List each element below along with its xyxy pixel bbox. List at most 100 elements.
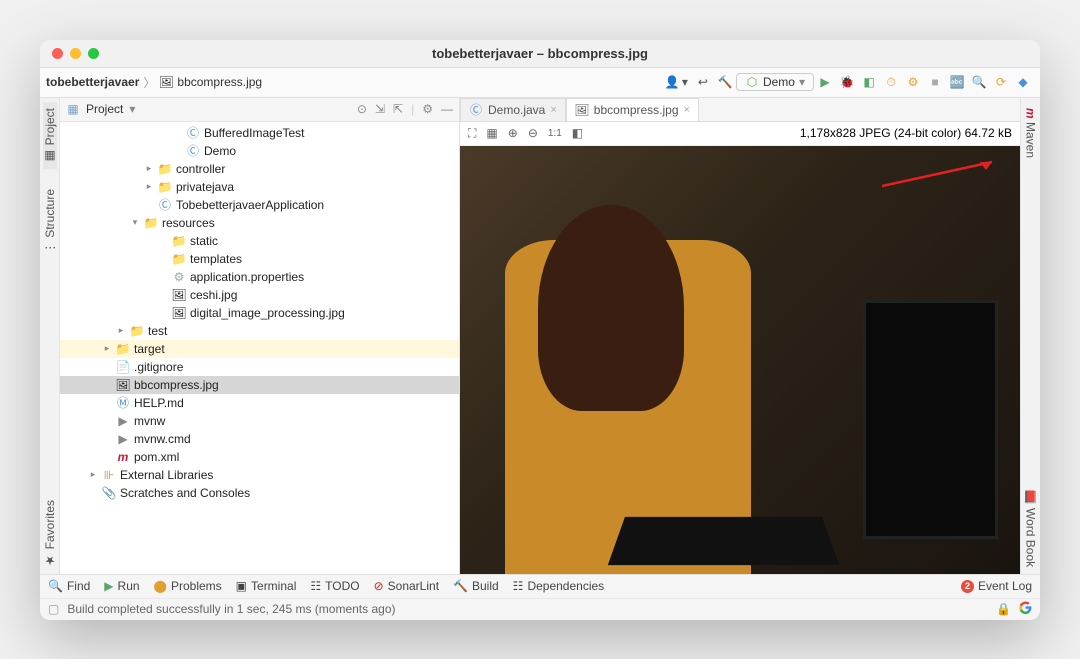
tree-arrow-icon[interactable]: ▸ [144,181,154,192]
settings-button[interactable]: ◆ [1012,73,1034,91]
hammer-build-button[interactable]: 🔨 [714,73,736,91]
tree-node[interactable]: ⚙application.properties [60,268,459,286]
tree-arrow-icon[interactable]: ▸ [88,469,98,480]
tree-node-label: Scratches and Consoles [120,486,250,500]
tree-node[interactable]: ▸📁controller [60,160,459,178]
run-button[interactable]: ▶ [814,73,836,91]
find-tool-button[interactable]: 🔍Find [48,579,90,593]
tree-node[interactable]: ▶mvnw [60,412,459,430]
file-type-icon: m [116,450,130,464]
actual-size-button[interactable]: 1:1 [548,128,562,139]
tree-node[interactable]: 📁static [60,232,459,250]
tree-node[interactable]: ▾📁resources [60,214,459,232]
tree-node[interactable]: ⓂHELP.md [60,394,459,412]
stop-button[interactable]: ■ [924,73,946,91]
file-type-icon: 📁 [130,324,144,338]
zoom-out-button[interactable]: ⊖ [528,126,538,140]
minimize-window-button[interactable] [70,48,81,59]
tree-node[interactable]: 🖼ceshi.jpg [60,286,459,304]
editor-tab[interactable]: 🖼bbcompress.jpg× [566,98,699,121]
project-pane-title[interactable]: Project [86,102,123,116]
settings-gear-button[interactable]: ⚙ [422,102,433,116]
tree-node[interactable]: ⒸBufferedImageTest [60,124,459,142]
maven-tool-tab[interactable]: mMaven [1024,102,1038,165]
back-button[interactable]: ↩ [692,73,714,91]
search-icon: 🔍 [48,579,63,593]
file-type-icon: ▶ [116,432,130,446]
tree-node[interactable]: mpom.xml [60,448,459,466]
search-everywhere-button[interactable]: 🔍 [968,73,990,91]
chevron-down-icon[interactable]: ▾ [129,102,135,116]
tree-node[interactable]: 📎Scratches and Consoles [60,484,459,502]
dependencies-tool-button[interactable]: ☷Dependencies [513,579,605,593]
structure-tool-tab[interactable]: ⋮Structure [43,183,57,260]
tree-node[interactable]: ▸📁privatejava [60,178,459,196]
favorites-tool-tab[interactable]: ★Favorites [43,494,57,573]
select-opened-file-button[interactable]: ⊙ [357,102,367,116]
window-title: tobebetterjavaer – bbcompress.jpg [40,46,1040,61]
collapse-all-button[interactable]: ⇱ [393,102,403,116]
user-dropdown-button[interactable]: 👤▾ [661,73,692,91]
debug-button[interactable]: 🐞 [836,73,858,91]
tree-node[interactable]: 🖼bbcompress.jpg [60,376,459,394]
build-tool-button[interactable]: 🔨Build [453,579,499,593]
spring-icon: ⬡ [745,75,759,89]
tree-node-label: resources [162,216,215,230]
tree-node[interactable]: ▸📁target [60,340,459,358]
attach-button[interactable]: ⚙ [902,73,924,91]
coverage-button[interactable]: ◧ [858,73,880,91]
hammer-icon: 🔨 [453,579,468,593]
maximize-window-button[interactable] [88,48,99,59]
close-tab-button[interactable]: × [684,104,690,116]
main-toolbar: tobebetterjavaer 〉 🖼 bbcompress.jpg 👤▾ ↩… [40,68,1040,98]
tree-node[interactable]: 📁templates [60,250,459,268]
tree-arrow-icon[interactable]: ▸ [116,325,126,336]
tree-arrow-icon[interactable]: ▾ [130,217,140,228]
hide-pane-button[interactable]: — [441,102,453,116]
tree-node[interactable]: ▶mvnw.cmd [60,430,459,448]
google-icon[interactable] [1019,601,1032,617]
grid-button[interactable]: ▦ [486,126,497,140]
todo-tool-button[interactable]: ☷TODO [310,579,359,593]
hammer-icon: 🔨 [718,75,732,89]
breadcrumb[interactable]: tobebetterjavaer 〉 🖼 bbcompress.jpg [46,74,262,91]
project-tool-tab[interactable]: ▦Project [43,102,57,169]
breadcrumb-file[interactable]: bbcompress.jpg [177,75,262,89]
run-config-selector[interactable]: ⬡ Demo ▾ [736,73,814,91]
tree-arrow-icon[interactable]: ▸ [102,343,112,354]
zoom-in-button[interactable]: ⊕ [508,126,518,140]
tree-arrow-icon[interactable]: ▸ [144,163,154,174]
tree-node[interactable]: ⒸTobebetterjavaerApplication [60,196,459,214]
expand-all-button[interactable]: ⇲ [375,102,385,116]
word-book-tool-tab[interactable]: 📕Word Book [1024,484,1038,574]
file-type-icon: 🖼 [575,103,589,117]
image-viewer[interactable] [460,146,1020,574]
tree-node[interactable]: 📄.gitignore [60,358,459,376]
run-tool-button[interactable]: ▶Run [104,579,139,593]
tree-node[interactable]: ▸⊪External Libraries [60,466,459,484]
editor-tab[interactable]: ⒸDemo.java× [460,98,566,121]
file-type-icon: ⊪ [102,468,116,482]
chevron-down-icon: ▾ [799,75,805,89]
event-log-button[interactable]: 2Event Log [961,579,1032,593]
translate-button[interactable]: 🔤 [946,73,968,91]
tree-node-label: bbcompress.jpg [134,378,219,392]
problems-tool-button[interactable]: ⬤Problems [154,579,222,593]
lock-icon[interactable]: 🔒 [996,602,1011,616]
tree-node[interactable]: ▸📁test [60,322,459,340]
tree-node[interactable]: 🖼digital_image_processing.jpg [60,304,459,322]
terminal-tool-button[interactable]: ▣Terminal [236,579,297,593]
sync-button[interactable]: ⟳ [990,73,1012,91]
profile-button[interactable]: ⏱ [880,73,902,91]
close-window-button[interactable] [52,48,63,59]
project-tree[interactable]: ⒸBufferedImageTestⒸDemo▸📁controller▸📁pri… [60,122,459,574]
breadcrumb-separator-icon: 〉 [143,74,155,91]
tree-node-label: mvnw [134,414,165,428]
tool-windows-button[interactable]: ▢ [48,602,59,616]
color-picker-button[interactable]: ◧ [572,126,583,140]
fit-button[interactable]: ⛶ [468,126,476,141]
breadcrumb-root[interactable]: tobebetterjavaer [46,75,139,89]
sonarlint-tool-button[interactable]: ⊘SonarLint [374,579,439,593]
tree-node[interactable]: ⒸDemo [60,142,459,160]
close-tab-button[interactable]: × [550,104,556,116]
